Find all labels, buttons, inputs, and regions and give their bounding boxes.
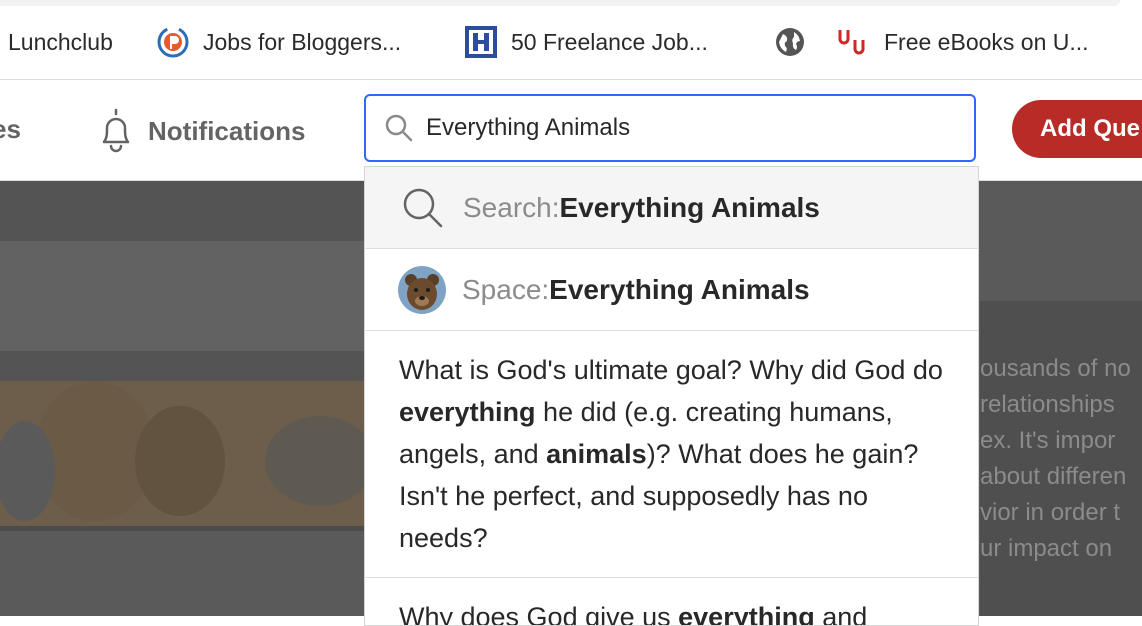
bookmark-free-ebooks[interactable]: Free eBooks on U... [838,22,1089,62]
nav-notifications[interactable]: Notifications [94,106,305,156]
suggestion-term: Everything Animals [559,191,820,223]
search-icon [385,114,413,142]
suggestion-question[interactable]: What is God's ultimate goal? Why did God… [365,331,978,578]
bookmark-label: 50 Freelance Job... [511,28,708,55]
notifications-label: Notifications [148,115,306,146]
search-suggestions-dropdown: Search: Everything Animals Space: Everyt… [364,166,979,626]
suggestion-prefix: Search: [463,191,560,223]
bookmark-label: Jobs for Bloggers... [203,28,402,55]
bookmark-lunchclub[interactable]: Lunchclub [8,22,113,62]
bookmarks-bar: Lunchclub Jobs for Bloggers... 50 Freela… [0,0,1142,80]
globe-icon [774,26,806,58]
pro-blogger-icon [157,26,189,58]
bookmark-50-freelance-jobs[interactable]: 50 Freelance Job... [465,22,708,62]
bell-icon [102,108,130,153]
suggestion-question[interactable]: Why does God give us everything and [365,578,978,625]
background-description: ousands of no relationships ex. It's imp… [980,355,1131,562]
add-question-button[interactable]: Add Que [1012,100,1142,158]
nav-spaces[interactable]: es [0,114,21,145]
bookmark-globe[interactable] [774,22,820,62]
bookmark-label: Lunchclub [8,28,113,55]
search-box[interactable] [364,94,976,162]
suggestion-prefix: Space: [462,273,550,305]
suggestion-search[interactable]: Search: Everything Animals [365,167,978,249]
bear-avatar [398,265,446,314]
h-logo-icon [465,26,497,58]
space-banner-image [0,181,364,531]
search-input[interactable] [426,114,946,142]
suggestion-term: Everything Animals [549,273,810,305]
browser-toolbar-edge [0,0,1120,6]
uu-logo-icon [838,26,870,58]
bookmark-label: Free eBooks on U... [884,28,1089,55]
search-icon [403,188,443,227]
bookmark-jobs-for-bloggers[interactable]: Jobs for Bloggers... [157,22,401,62]
suggestion-space[interactable]: Space: Everything Animals [365,249,978,331]
